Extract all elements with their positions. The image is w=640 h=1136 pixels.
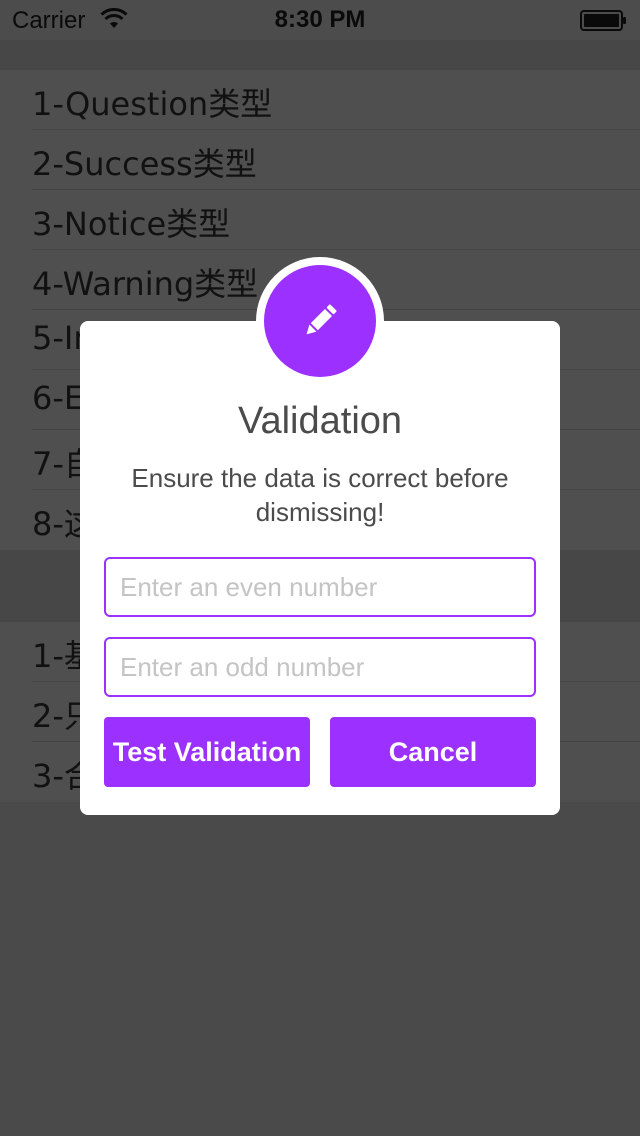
status-bar: Carrier 8:30 PM — [0, 0, 640, 40]
alert-icon-badge — [264, 265, 376, 377]
list-item[interactable]: 2-Success类型 — [0, 130, 640, 190]
list-item-label: 6-E — [32, 379, 85, 417]
list-item-label: 3-Notice类型 — [32, 205, 231, 243]
list-item-label: 2-Success类型 — [32, 145, 257, 183]
list-item[interactable]: 3-Notice类型 — [0, 190, 640, 250]
list-item[interactable]: 1-Question类型 — [0, 70, 640, 130]
clock: 8:30 PM — [274, 6, 366, 33]
even-number-input[interactable] — [104, 557, 536, 617]
dialog-message: Ensure the data is correct before dismis… — [131, 463, 509, 527]
battery-icon — [580, 10, 626, 31]
cancel-button[interactable]: Cancel — [330, 717, 536, 787]
odd-number-input[interactable] — [104, 637, 536, 697]
list-item-label: 1-Question类型 — [32, 85, 273, 123]
list-item-label: 4-Warning类型 — [32, 265, 259, 303]
dialog-title: Validation — [237, 400, 403, 442]
test-validation-button[interactable]: Test Validation — [104, 717, 310, 787]
section-header — [0, 40, 640, 70]
